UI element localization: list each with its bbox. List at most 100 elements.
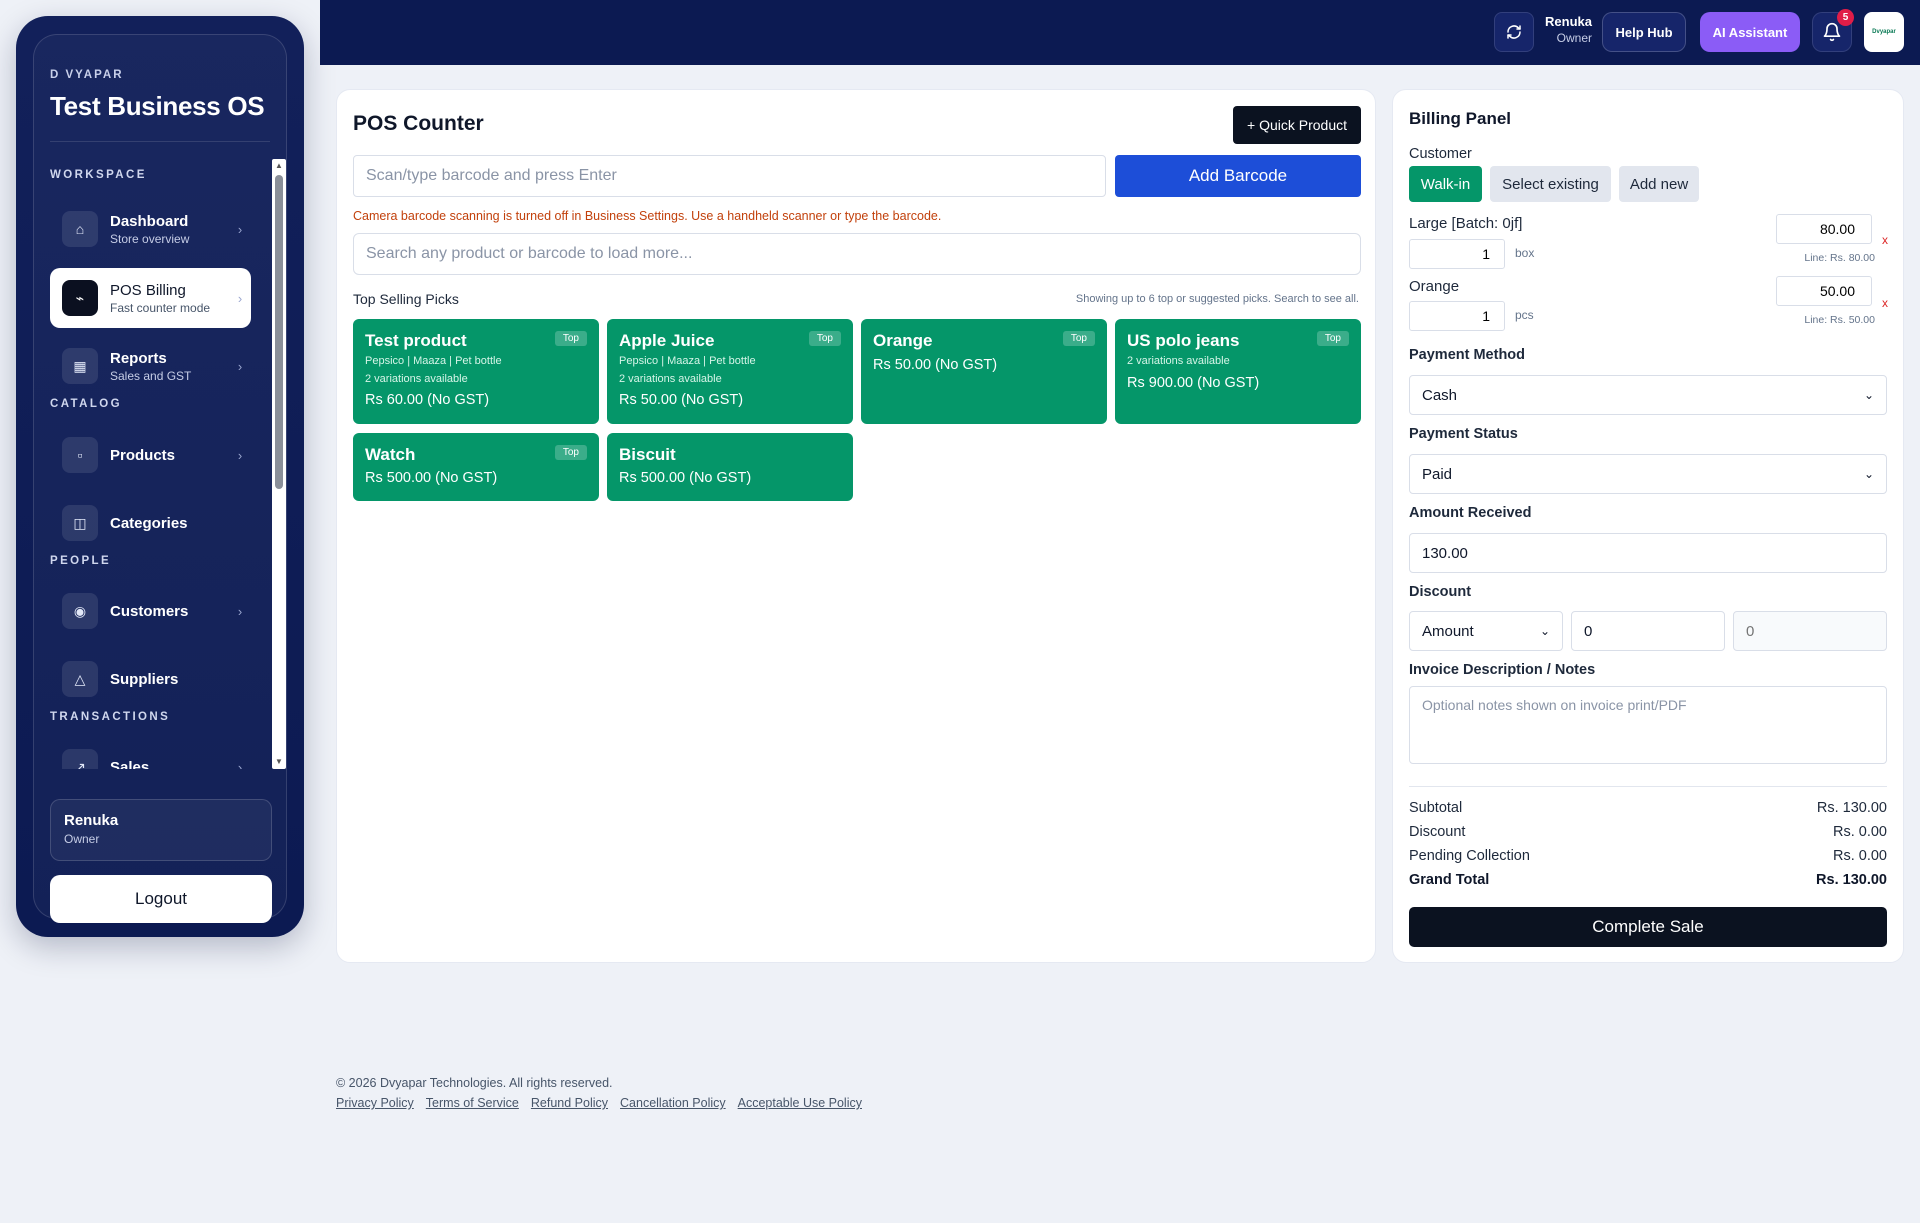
picks-title: Top Selling Picks	[353, 291, 459, 307]
product-card[interactable]: Watch Top Rs 500.00 (No GST)	[353, 433, 599, 501]
sidebar-item-products[interactable]: ▫ Products ›	[50, 425, 251, 485]
chevron-right-icon: ›	[237, 290, 243, 306]
sync-icon[interactable]	[1494, 12, 1534, 52]
discount-computed-field	[1733, 611, 1887, 651]
quantity-input[interactable]	[1409, 301, 1505, 331]
sidebar-item-suppliers[interactable]: △ Suppliers	[50, 649, 251, 709]
header-user[interactable]: Renuka Owner	[1540, 14, 1592, 45]
summary-value: Rs. 130.00	[1816, 800, 1887, 816]
invoice-notes-textarea[interactable]	[1409, 686, 1887, 764]
product-meta: Pepsico | Maaza | Pet bottle	[619, 355, 756, 367]
sidebar-item-sub: Store overview	[110, 231, 190, 246]
page-title: POS Counter	[353, 112, 484, 135]
sidebar-item-label: Reports	[110, 349, 167, 367]
section-transactions: TRANSACTIONS	[50, 711, 171, 723]
payment-status-select[interactable]: Paid ⌄	[1409, 454, 1887, 494]
payment-method-select[interactable]: Cash ⌄	[1409, 375, 1887, 415]
help-hub-button[interactable]: Help Hub	[1602, 12, 1686, 52]
box-icon: ▫	[62, 437, 98, 473]
price-input[interactable]	[1776, 276, 1872, 306]
quick-product-button[interactable]: + Quick Product	[1233, 106, 1361, 144]
chevron-down-icon: ⌄	[1539, 624, 1550, 638]
sidebar-item-label: Categories	[110, 514, 188, 532]
cancellation-policy-link[interactable]: Cancellation Policy	[620, 1096, 726, 1110]
top-badge: Top	[554, 331, 587, 346]
payment-status-label: Payment Status	[1409, 426, 1518, 442]
customer-label: Customer	[1409, 146, 1472, 162]
product-card[interactable]: Test product Top Pepsico | Maaza | Pet b…	[353, 319, 599, 424]
privacy-policy-link[interactable]: Privacy Policy	[336, 1096, 414, 1110]
discount-type-select[interactable]: Amount ⌄	[1409, 611, 1563, 651]
summary-value: Rs. 0.00	[1833, 824, 1887, 840]
product-card[interactable]: US polo jeans Top 2 variations available…	[1115, 319, 1361, 424]
add-new-customer-button[interactable]: Add new	[1619, 166, 1699, 202]
header-user-role: Owner	[1556, 31, 1592, 45]
top-badge: Top	[554, 445, 587, 460]
product-card[interactable]: Orange Top Rs 50.00 (No GST)	[861, 319, 1107, 424]
sidebar-item-categories[interactable]: ◫ Categories	[50, 493, 251, 553]
remove-line-icon[interactable]: x	[1882, 296, 1888, 310]
company-logo[interactable]: Dvyapar	[1864, 12, 1904, 52]
notifications-button[interactable]: 5	[1812, 9, 1854, 52]
columns-icon: ◫	[62, 505, 98, 541]
summary-subtotal: Subtotal Rs. 130.00	[1409, 800, 1887, 816]
chevron-right-icon: ›	[237, 603, 243, 619]
product-name: Watch	[365, 445, 416, 464]
line-item-name: Large [Batch: 0jf]	[1409, 215, 1523, 232]
line-total: Line: Rs. 50.00	[1804, 314, 1875, 326]
sidebar-item-sub: Fast counter mode	[110, 300, 211, 315]
scroll-up-icon[interactable]: ▲	[274, 161, 284, 171]
sidebar-item-reports[interactable]: ▦ Reports Sales and GST ›	[50, 336, 251, 396]
payment-status-value: Paid	[1422, 465, 1453, 483]
picks-note: Showing up to 6 top or suggested picks. …	[1075, 293, 1359, 305]
ai-assistant-button[interactable]: AI Assistant	[1700, 12, 1800, 52]
logout-button[interactable]: Logout	[50, 875, 272, 923]
amount-received-label: Amount Received	[1409, 505, 1532, 521]
product-variations: 2 variations available	[1127, 355, 1230, 367]
product-search-input[interactable]	[353, 233, 1361, 275]
select-existing-button[interactable]: Select existing	[1490, 166, 1611, 202]
sidebar-item-dashboard[interactable]: ⌂ Dashboard Store overview ›	[50, 199, 251, 259]
reports-icon: ▦	[62, 348, 98, 384]
scroll-down-icon[interactable]: ▼	[274, 757, 284, 767]
discount-value-input[interactable]	[1571, 611, 1725, 651]
price-input[interactable]	[1776, 214, 1872, 244]
sidebar-item-label: Customers	[110, 602, 189, 620]
summary-discount: Discount Rs. 0.00	[1409, 824, 1887, 840]
product-price: Rs 900.00 (No GST)	[1127, 375, 1260, 391]
scroll-thumb[interactable]	[275, 175, 283, 489]
barcode-input[interactable]	[353, 155, 1106, 197]
trend-icon: ↗	[62, 749, 98, 769]
sidebar-item-pos-billing[interactable]: ⌁ POS Billing Fast counter mode ›	[50, 268, 251, 328]
product-price: Rs 60.00 (No GST)	[365, 392, 490, 408]
discount-type-value: Amount	[1422, 622, 1474, 640]
amount-received-input[interactable]	[1409, 533, 1887, 573]
billing-panel: Billing Panel Customer Walk-in Select ex…	[1392, 89, 1904, 963]
remove-line-icon[interactable]: x	[1882, 233, 1888, 247]
footer-links: Privacy Policy Terms of Service Refund P…	[336, 1096, 862, 1110]
product-name: Apple Juice	[619, 331, 715, 350]
footer-copyright: © 2026 Dvyapar Technologies. All rights …	[336, 1076, 613, 1090]
product-price: Rs 500.00 (No GST)	[619, 470, 752, 486]
product-card[interactable]: Apple Juice Top Pepsico | Maaza | Pet bo…	[607, 319, 853, 424]
walk-in-button[interactable]: Walk-in	[1409, 166, 1482, 202]
product-card[interactable]: Biscuit Rs 500.00 (No GST)	[607, 433, 853, 501]
acceptable-use-link[interactable]: Acceptable Use Policy	[738, 1096, 862, 1110]
complete-sale-button[interactable]: Complete Sale	[1409, 907, 1887, 947]
summary-label: Subtotal	[1409, 800, 1463, 816]
add-barcode-button[interactable]: Add Barcode	[1115, 155, 1361, 197]
sidebar-item-customers[interactable]: ◉ Customers ›	[50, 581, 251, 641]
chevron-right-icon: ›	[237, 447, 243, 463]
terms-link[interactable]: Terms of Service	[426, 1096, 519, 1110]
top-badge: Top	[808, 331, 841, 346]
sidebar-scrollbar[interactable]: ▲ ▼	[272, 159, 286, 769]
payment-method-value: Cash	[1422, 386, 1458, 404]
quantity-input[interactable]	[1409, 239, 1505, 269]
sidebar-item-label: POS Billing	[110, 281, 186, 299]
line-total: Line: Rs. 80.00	[1804, 252, 1875, 264]
camera-warning: Camera barcode scanning is turned off in…	[353, 209, 942, 223]
refund-policy-link[interactable]: Refund Policy	[531, 1096, 608, 1110]
sidebar-item-sales[interactable]: ↗ Sales ›	[50, 737, 251, 769]
user-name: Renuka	[64, 812, 119, 829]
chevron-right-icon: ›	[237, 358, 243, 374]
